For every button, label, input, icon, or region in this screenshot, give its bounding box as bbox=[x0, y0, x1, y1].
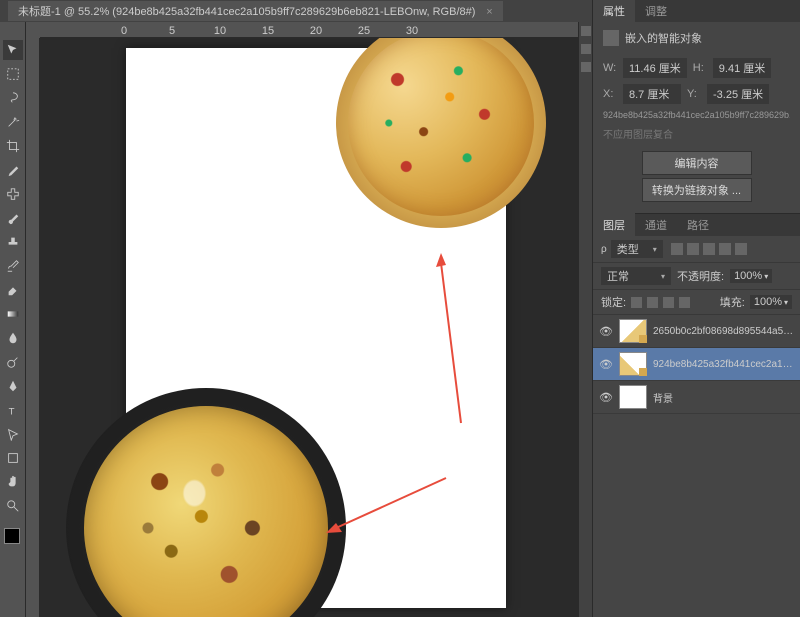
y-label: Y: bbox=[687, 88, 701, 100]
linked-filename: 924be8b425a32fb441cec2a105b9ff7c289629b.… bbox=[603, 110, 790, 120]
layer-list: 👁 2650b0c2bf08698d895544a5543ca... 👁 924… bbox=[593, 315, 800, 617]
eyedropper-tool[interactable] bbox=[3, 160, 23, 180]
tab-paths[interactable]: 路径 bbox=[677, 213, 719, 237]
layer-row[interactable]: 👁 924be8b425a32fb441cec2a105b9ff... bbox=[593, 348, 800, 381]
pen-tool[interactable] bbox=[3, 376, 23, 396]
properties-panel: 嵌入的智能对象 W: 11.46 厘米 H: 9.41 厘米 X: 8.7 厘米… bbox=[593, 22, 800, 213]
color-swatch[interactable] bbox=[4, 528, 22, 546]
history-brush-tool[interactable] bbox=[3, 256, 23, 276]
edit-contents-button[interactable]: 编辑内容 bbox=[642, 151, 752, 175]
lock-all-icon[interactable] bbox=[679, 297, 690, 308]
filter-shape-icon[interactable] bbox=[719, 243, 731, 255]
opacity-field[interactable]: 100% bbox=[730, 269, 772, 283]
ruler-vertical bbox=[26, 38, 40, 617]
marquee-tool[interactable] bbox=[3, 64, 23, 84]
panel-icon[interactable] bbox=[581, 26, 591, 36]
convert-to-linked-button[interactable]: 转换为链接对象 ... bbox=[642, 178, 752, 202]
filter-adjust-icon[interactable] bbox=[687, 243, 699, 255]
x-label: X: bbox=[603, 88, 617, 100]
annotation-arrow-1 bbox=[416, 248, 476, 428]
layer-filter-select[interactable]: 类型 bbox=[611, 240, 663, 258]
lasso-tool[interactable] bbox=[3, 88, 23, 108]
close-icon[interactable]: × bbox=[486, 6, 492, 18]
pizza-image-top[interactable] bbox=[336, 38, 546, 228]
lock-label: 锁定: bbox=[601, 294, 626, 310]
layer-name[interactable]: 2650b0c2bf08698d895544a5543ca... bbox=[653, 326, 794, 337]
lock-position-icon[interactable] bbox=[663, 297, 674, 308]
shape-tool[interactable] bbox=[3, 448, 23, 468]
svg-text:T: T bbox=[8, 406, 14, 417]
height-label: H: bbox=[693, 62, 707, 74]
height-field[interactable]: 9.41 厘米 bbox=[713, 58, 771, 78]
panel-icon[interactable] bbox=[581, 62, 591, 72]
tab-layers[interactable]: 图层 bbox=[593, 213, 635, 237]
collapsed-panels-strip bbox=[578, 22, 592, 617]
type-tool[interactable]: T bbox=[3, 400, 23, 420]
tab-title: 未标题-1 @ 55.2% (924be8b425a32fb441cec2a10… bbox=[18, 6, 475, 18]
filter-pixel-icon[interactable] bbox=[671, 243, 683, 255]
fill-field[interactable]: 100% bbox=[750, 295, 792, 309]
crop-tool[interactable] bbox=[3, 136, 23, 156]
layer-thumbnail[interactable] bbox=[619, 352, 647, 376]
healing-tool[interactable] bbox=[3, 184, 23, 204]
width-label: W: bbox=[603, 62, 617, 74]
visibility-toggle[interactable]: 👁 bbox=[599, 325, 613, 338]
document-canvas[interactable] bbox=[126, 48, 506, 608]
opacity-label: 不透明度: bbox=[677, 268, 724, 284]
visibility-toggle[interactable]: 👁 bbox=[599, 358, 613, 371]
layer-row[interactable]: 👁 背景 bbox=[593, 381, 800, 414]
layer-row[interactable]: 👁 2650b0c2bf08698d895544a5543ca... bbox=[593, 315, 800, 348]
filter-type-icon[interactable] bbox=[703, 243, 715, 255]
y-field[interactable]: -3.25 厘米 bbox=[707, 84, 769, 104]
lock-transparency-icon[interactable] bbox=[631, 297, 642, 308]
filter-smart-icon[interactable] bbox=[735, 243, 747, 255]
layers-panel: 图层 通道 路径 ρ 类型 正常 不透明度: 100% 锁定: bbox=[593, 213, 800, 617]
pizza-image-bottom[interactable] bbox=[66, 388, 346, 617]
path-tool[interactable] bbox=[3, 424, 23, 444]
wand-tool[interactable] bbox=[3, 112, 23, 132]
layer-name[interactable]: 背景 bbox=[653, 390, 794, 405]
gradient-tool[interactable] bbox=[3, 304, 23, 324]
tools-panel: T bbox=[0, 22, 26, 617]
tab-properties[interactable]: 属性 bbox=[593, 0, 635, 23]
tab-adjustments[interactable]: 调整 bbox=[635, 0, 677, 23]
object-type-label: 嵌入的智能对象 bbox=[625, 30, 702, 46]
layer-thumbnail[interactable] bbox=[619, 319, 647, 343]
dodge-tool[interactable] bbox=[3, 352, 23, 372]
properties-panel-tabs: 属性 调整 bbox=[593, 0, 800, 22]
canvas-area bbox=[26, 38, 592, 617]
smart-object-icon bbox=[603, 30, 619, 46]
document-tab[interactable]: 未标题-1 @ 55.2% (924be8b425a32fb441cec2a10… bbox=[8, 1, 503, 21]
hand-tool[interactable] bbox=[3, 472, 23, 492]
lock-pixels-icon[interactable] bbox=[647, 297, 658, 308]
tab-channels[interactable]: 通道 bbox=[635, 213, 677, 237]
move-tool[interactable] bbox=[3, 40, 23, 60]
layer-name[interactable]: 924be8b425a32fb441cec2a105b9ff... bbox=[653, 359, 794, 370]
eraser-tool[interactable] bbox=[3, 280, 23, 300]
fill-label: 填充: bbox=[720, 294, 745, 310]
panel-icon[interactable] bbox=[581, 44, 591, 54]
brush-tool[interactable] bbox=[3, 208, 23, 228]
right-panels: 属性 调整 嵌入的智能对象 W: 11.46 厘米 H: 9.41 厘米 X: … bbox=[592, 0, 800, 617]
stamp-tool[interactable] bbox=[3, 232, 23, 252]
x-field[interactable]: 8.7 厘米 bbox=[623, 84, 681, 104]
layer-comp-note: 不应用图层复合 bbox=[603, 126, 790, 141]
zoom-tool[interactable] bbox=[3, 496, 23, 516]
blur-tool[interactable] bbox=[3, 328, 23, 348]
ruler-horizontal: 051015202530 bbox=[40, 22, 592, 38]
width-field[interactable]: 11.46 厘米 bbox=[623, 58, 687, 78]
layer-thumbnail[interactable] bbox=[619, 385, 647, 409]
visibility-toggle[interactable]: 👁 bbox=[599, 391, 613, 404]
blend-mode-select[interactable]: 正常 bbox=[601, 267, 671, 285]
